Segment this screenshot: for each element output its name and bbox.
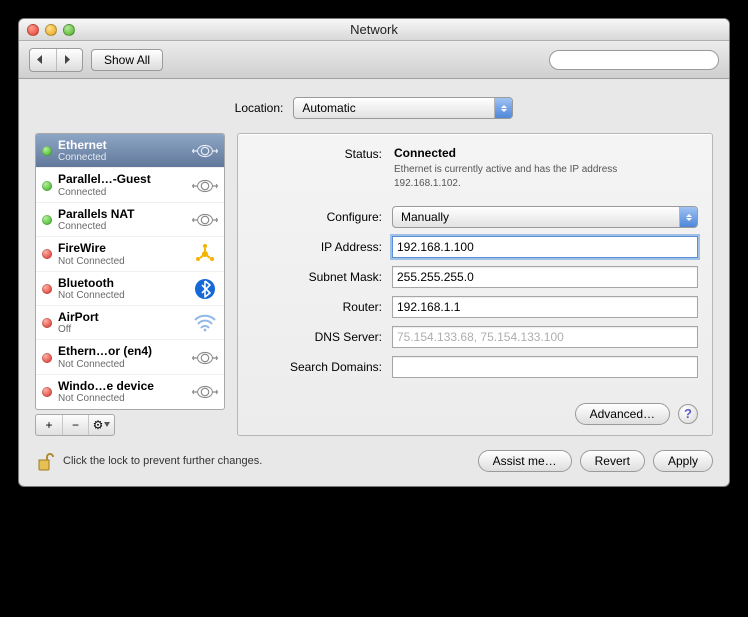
- service-item[interactable]: Ethern…or (en4)Not Connected: [36, 340, 224, 374]
- location-row: Location: Automatic: [35, 97, 713, 119]
- service-name: Parallels NAT: [58, 207, 186, 221]
- forward-button[interactable]: [56, 49, 82, 71]
- service-name: Parallel…-Guest: [58, 172, 186, 186]
- service-item[interactable]: EthernetConnected: [36, 134, 224, 168]
- service-item[interactable]: FireWireNot Connected: [36, 237, 224, 271]
- gear-icon: ⚙: [93, 418, 111, 432]
- close-button[interactable]: [27, 24, 39, 36]
- advanced-button[interactable]: Advanced…: [575, 403, 670, 425]
- router-input[interactable]: [392, 296, 698, 318]
- service-status: Not Connected: [58, 290, 186, 302]
- status-dot-icon: [42, 353, 52, 363]
- add-service-button[interactable]: +: [36, 415, 62, 435]
- status-description: Ethernet is currently active and has the…: [394, 163, 674, 190]
- service-status: Off: [58, 324, 186, 336]
- service-name: Bluetooth: [58, 276, 186, 290]
- services-sidebar: EthernetConnectedParallel…-GuestConnecte…: [35, 133, 225, 436]
- search-wrap: [549, 50, 719, 70]
- services-list[interactable]: EthernetConnectedParallel…-GuestConnecte…: [35, 133, 225, 410]
- show-all-button[interactable]: Show All: [91, 49, 163, 71]
- service-item[interactable]: BluetoothNot Connected: [36, 272, 224, 306]
- chevron-right-icon: [63, 55, 71, 64]
- service-name: Ethernet: [58, 138, 186, 152]
- lock-open-icon: [36, 451, 54, 471]
- titlebar: Network: [19, 19, 729, 41]
- service-item[interactable]: AirPortOff: [36, 306, 224, 340]
- lock-button[interactable]: [35, 450, 55, 472]
- status-dot-icon: [42, 284, 52, 294]
- status-row: Status: Connected Ethernet is currently …: [252, 146, 698, 190]
- ethernet-icon: [192, 211, 218, 229]
- ip-label: IP Address:: [252, 240, 382, 254]
- service-status: Not Connected: [58, 359, 186, 371]
- service-status: Not Connected: [58, 256, 186, 268]
- status-dot-icon: [42, 215, 52, 225]
- status-label: Status:: [252, 146, 382, 190]
- chevron-left-icon: [36, 55, 44, 64]
- status-value: Connected: [394, 146, 698, 160]
- remove-service-button[interactable]: −: [62, 415, 88, 435]
- service-name: Ethern…or (en4): [58, 344, 186, 358]
- status-dot-icon: [42, 318, 52, 328]
- dns-label: DNS Server:: [252, 330, 382, 344]
- service-status: Connected: [58, 152, 186, 164]
- revert-button[interactable]: Revert: [580, 450, 645, 472]
- ethernet-icon: [192, 177, 218, 195]
- status-dot-icon: [42, 249, 52, 259]
- bluetooth-icon: [192, 278, 218, 300]
- window-footer: Click the lock to prevent further change…: [35, 450, 713, 472]
- ip-input[interactable]: [392, 236, 698, 258]
- search-domains-input[interactable]: [392, 356, 698, 378]
- ethernet-icon: [192, 142, 218, 160]
- sidebar-tools: + − ⚙: [35, 414, 115, 436]
- nav-segment: [29, 48, 83, 72]
- assist-button[interactable]: Assist me…: [478, 450, 572, 472]
- popup-arrows-icon: [679, 207, 697, 227]
- subnet-label: Subnet Mask:: [252, 270, 382, 284]
- search-input[interactable]: [549, 50, 719, 70]
- firewire-icon: [192, 243, 218, 265]
- dns-input[interactable]: [392, 326, 698, 348]
- service-name: FireWire: [58, 241, 186, 255]
- status-dot-icon: [42, 387, 52, 397]
- status-dot-icon: [42, 181, 52, 191]
- service-item[interactable]: Windo…e deviceNot Connected: [36, 375, 224, 409]
- chevron-down-icon: [104, 422, 110, 427]
- location-value: Automatic: [302, 101, 355, 115]
- service-name: Windo…e device: [58, 379, 186, 393]
- status-dot-icon: [42, 146, 52, 156]
- ethernet-icon: [192, 383, 218, 401]
- configure-popup[interactable]: Manually: [392, 206, 698, 228]
- location-popup[interactable]: Automatic: [293, 97, 513, 119]
- zoom-button[interactable]: [63, 24, 75, 36]
- service-item[interactable]: Parallels NATConnected: [36, 203, 224, 237]
- popup-arrows-icon: [494, 98, 512, 118]
- subnet-input[interactable]: [392, 266, 698, 288]
- service-status: Not Connected: [58, 393, 186, 405]
- config-form: Configure: Manually IP Address:: [252, 206, 698, 386]
- wifi-icon: [192, 312, 218, 334]
- service-detail: Status: Connected Ethernet is currently …: [237, 133, 713, 436]
- configure-value: Manually: [401, 210, 449, 224]
- ethernet-icon: [192, 349, 218, 367]
- service-status: Connected: [58, 187, 186, 199]
- router-label: Router:: [252, 300, 382, 314]
- service-status: Connected: [58, 221, 186, 233]
- back-button[interactable]: [30, 49, 56, 71]
- network-preferences-window: Network Show All Location: Automatic: [18, 18, 730, 487]
- configure-label: Configure:: [252, 210, 382, 224]
- lock-text: Click the lock to prevent further change…: [63, 455, 470, 467]
- minimize-button[interactable]: [45, 24, 57, 36]
- help-button[interactable]: ?: [678, 404, 698, 424]
- service-name: AirPort: [58, 310, 186, 324]
- search-domains-label: Search Domains:: [252, 360, 382, 374]
- window-title: Network: [19, 22, 729, 37]
- apply-button[interactable]: Apply: [653, 450, 713, 472]
- traffic-lights: [27, 24, 75, 36]
- toolbar: Show All: [19, 41, 729, 79]
- service-actions-button[interactable]: ⚙: [88, 415, 114, 435]
- service-item[interactable]: Parallel…-GuestConnected: [36, 168, 224, 202]
- location-label: Location:: [235, 101, 284, 115]
